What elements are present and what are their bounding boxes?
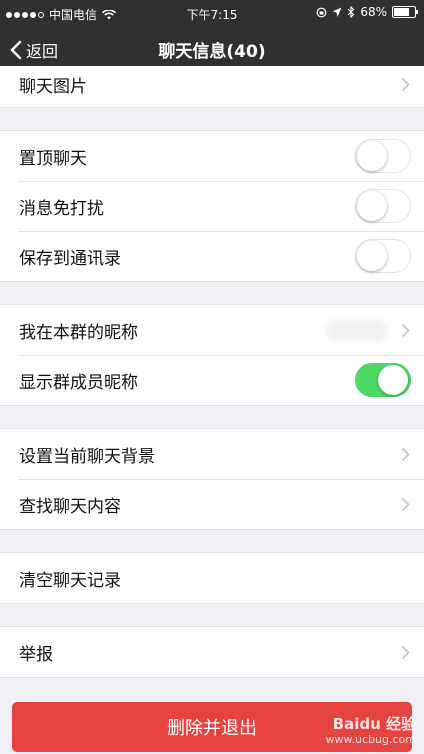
chevron-right-icon <box>401 447 410 461</box>
row-show-member-nicknames: 显示群成员昵称 <box>0 355 424 405</box>
group-report: 举报 <box>0 626 424 678</box>
row-my-group-nickname[interactable]: 我在本群的昵称 <box>0 305 424 355</box>
settings-list: 聊天图片 置顶聊天 消息免打扰 保存到通讯录 我在本群的昵称 显示群成员昵称 设… <box>0 66 424 678</box>
group-media: 聊天图片 <box>0 66 424 108</box>
row-label: 我在本群的昵称 <box>19 322 138 343</box>
battery-icon <box>392 6 418 18</box>
mute-notifications-toggle[interactable] <box>355 189 411 223</box>
row-label: 查找聊天内容 <box>19 496 121 517</box>
chevron-right-icon <box>401 497 410 511</box>
row-save-to-contacts: 保存到通讯录 <box>0 231 424 281</box>
row-label: 保存到通讯录 <box>19 248 121 269</box>
row-label: 置顶聊天 <box>19 148 87 169</box>
group-clear: 清空聊天记录 <box>0 552 424 604</box>
pin-chat-toggle[interactable] <box>355 139 411 173</box>
group-chat-tools: 设置当前聊天背景 查找聊天内容 <box>0 428 424 530</box>
show-member-nicknames-toggle[interactable] <box>355 363 411 397</box>
status-bar: 中国电信 下午7:15 68% <box>0 0 424 26</box>
row-clear-history[interactable]: 清空聊天记录 <box>0 553 424 603</box>
chevron-right-icon <box>401 323 410 337</box>
row-label: 清空聊天记录 <box>19 570 121 591</box>
row-pin-chat: 置顶聊天 <box>0 131 424 181</box>
group-chat-toggles: 置顶聊天 消息免打扰 保存到通讯录 <box>0 130 424 282</box>
top-bar: 中国电信 下午7:15 68% 返回 聊天信息(40) <box>0 0 424 74</box>
row-mute-notifications: 消息免打扰 <box>0 181 424 231</box>
watermark-url: www.ucbug.com <box>325 733 416 746</box>
row-label: 举报 <box>19 644 53 665</box>
bluetooth-icon <box>347 6 355 18</box>
save-to-contacts-toggle[interactable] <box>355 239 411 273</box>
row-chat-images[interactable]: 聊天图片 <box>0 66 424 107</box>
row-label: 聊天图片 <box>19 77 87 97</box>
row-search-chat[interactable]: 查找聊天内容 <box>0 479 424 529</box>
watermark-brand: Baidu 经验 <box>332 715 416 733</box>
watermark: Baidu 经验 www.ucbug.com <box>326 716 416 748</box>
group-nickname: 我在本群的昵称 显示群成员昵称 <box>0 304 424 406</box>
chevron-right-icon <box>401 645 410 659</box>
row-report[interactable]: 举报 <box>0 627 424 677</box>
row-label: 设置当前聊天背景 <box>19 446 155 467</box>
row-label: 消息免打扰 <box>19 198 104 219</box>
row-chat-background[interactable]: 设置当前聊天背景 <box>0 429 424 479</box>
page-title: 聊天信息(40) <box>158 42 266 62</box>
row-label: 显示群成员昵称 <box>19 372 138 393</box>
rotation-lock-icon <box>316 7 327 17</box>
nickname-value-redacted <box>326 319 388 341</box>
chevron-right-icon <box>401 77 410 92</box>
battery-text: 68% <box>360 5 387 19</box>
location-icon <box>332 7 342 17</box>
